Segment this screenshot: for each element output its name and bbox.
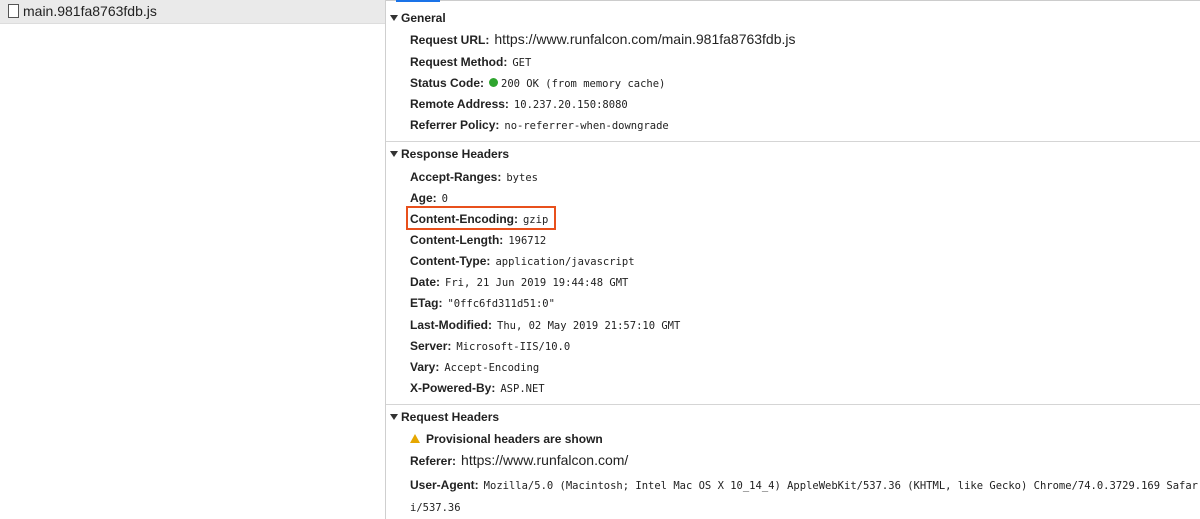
request-file-name: main.981fa8763fdb.js [23,3,157,19]
header-key: Date: [410,275,441,289]
headers-panel: General Request URL: https://www.runfalco… [386,0,1200,519]
header-row: X-Powered-By: ASP.NET [410,381,545,395]
user-agent-label: User-Agent: [410,478,479,492]
header-key: ETag: [410,296,443,310]
header-row: Server: Microsoft-IIS/10.0 [410,339,570,353]
request-method-value: GET [512,57,532,69]
header-row: ETag: "0ffc6fd311d51:0" [410,296,555,310]
header-key: Vary: [410,360,440,374]
header-value: Thu, 02 May 2019 21:57:10 GMT [497,320,681,332]
referrer-policy-row: Referrer Policy: no-referrer-when-downgra… [410,118,669,132]
header-row: Age: 0 [410,191,448,205]
header-row: Vary: Accept-Encoding [410,360,539,374]
request-url-label: Request URL: [410,33,490,47]
section-divider [386,404,1200,405]
referrer-policy-label: Referrer Policy: [410,118,500,132]
status-code-row: Status Code: 200 OK (from memory cache) [410,76,665,90]
status-code-label: Status Code: [410,76,485,90]
response-headers-title: Response Headers [401,147,510,161]
header-value: 196712 [508,235,547,247]
general-section-title: General [401,11,446,25]
header-key: Content-Length: [410,233,504,247]
header-value: 0 [441,193,448,205]
header-row: Content-Length: 196712 [410,233,546,247]
header-value: ASP.NET [500,383,545,395]
header-row: Last-Modified: Thu, 02 May 2019 21:57:10 … [410,318,680,332]
user-agent-row: User-Agent: Mozilla/5.0 (Macintosh; Intel… [410,475,1200,519]
general-section-header[interactable]: General [390,11,446,25]
header-row: Accept-Ranges: bytes [410,170,538,184]
request-headers-title: Request Headers [401,410,500,424]
header-key: Last-Modified: [410,318,492,332]
header-value: Accept-Encoding [444,362,540,374]
referer-label: Referer: [410,454,457,468]
expand-triangle-icon [390,414,398,420]
status-ok-icon [489,78,499,87]
header-value: Microsoft-IIS/10.0 [456,341,571,353]
warning-text: Provisional headers are shown [426,432,603,446]
remote-address-label: Remote Address: [410,97,509,111]
header-key: Server: [410,339,452,353]
header-key: X-Powered-By: [410,381,496,395]
referer-row: Referer: https://www.runfalcon.com/ [410,452,628,468]
expand-triangle-icon [390,15,398,21]
warning-icon [410,434,420,443]
header-row: Date: Fri, 21 Jun 2019 19:44:48 GMT [410,275,628,289]
section-divider [386,141,1200,142]
user-agent-value: Mozilla/5.0 (Macintosh; Intel Mac OS X 1… [410,480,1199,514]
status-code-value: 200 OK (from memory cache) [501,78,666,90]
header-value: application/javascript [495,256,635,268]
provisional-warning: Provisional headers are shown [410,432,603,446]
referer-value[interactable]: https://www.runfalcon.com/ [461,452,628,468]
expand-triangle-icon [390,151,398,157]
header-key: Content-Type: [410,254,491,268]
request-list-item[interactable]: main.981fa8763fdb.js [0,0,385,24]
referrer-policy-value: no-referrer-when-downgrade [504,120,669,132]
header-value: "0ffc6fd311d51:0" [447,298,555,310]
panel-top-border [386,0,1200,1]
header-key: Accept-Ranges: [410,170,502,184]
file-icon [8,4,19,18]
remote-address-row: Remote Address: 10.237.20.150:8080 [410,97,628,111]
header-row: Content-Type: application/javascript [410,254,635,268]
request-method-label: Request Method: [410,55,508,69]
header-value: Fri, 21 Jun 2019 19:44:48 GMT [445,277,629,289]
request-url-row: Request URL: https://www.runfalcon.com/ma… [410,31,796,47]
header-key: Age: [410,191,437,205]
header-value: bytes [506,172,538,184]
remote-address-value: 10.237.20.150:8080 [513,99,628,111]
request-url-value[interactable]: https://www.runfalcon.com/main.981fa8763… [494,31,795,47]
request-method-row: Request Method: GET [410,55,531,69]
request-headers-section-header[interactable]: Request Headers [390,410,499,424]
request-list-panel: main.981fa8763fdb.js [0,0,386,519]
active-tab-indicator [396,0,440,2]
content-encoding-highlight-box [406,206,556,230]
response-headers-section-header[interactable]: Response Headers [390,147,509,161]
